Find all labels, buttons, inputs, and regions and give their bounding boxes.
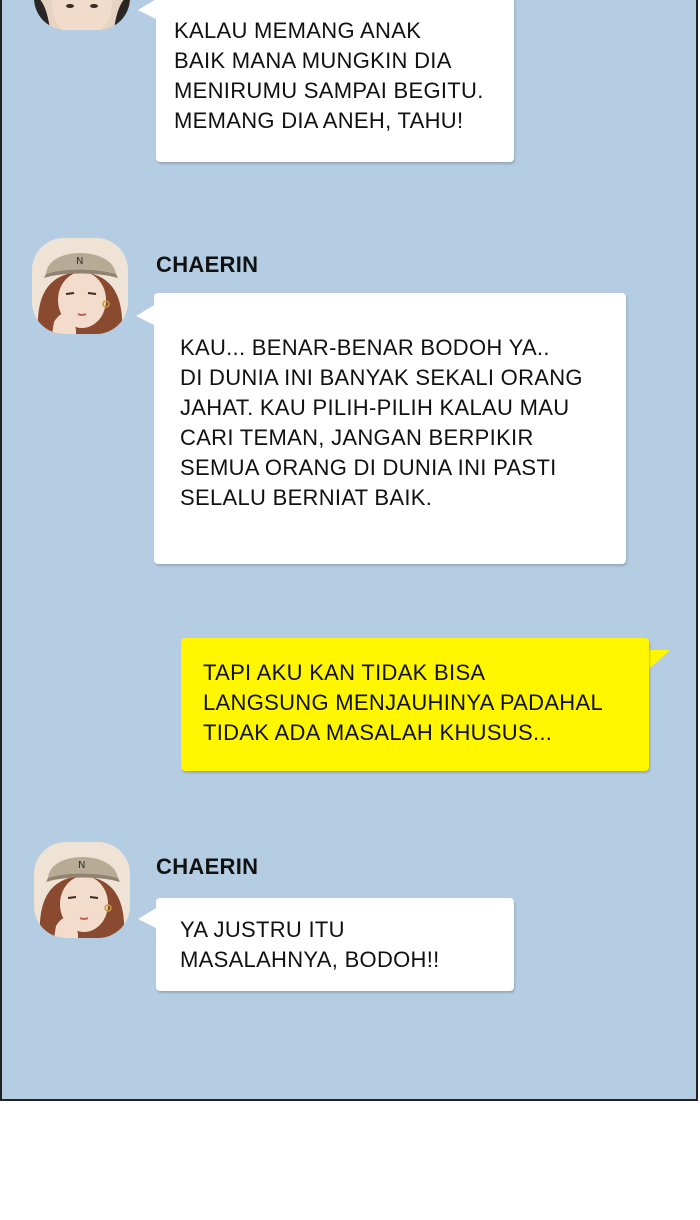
avatar-top <box>34 0 130 30</box>
svg-text:N: N <box>78 860 85 871</box>
message-line: KAU... BENAR-BENAR BODOH YA.. <box>180 335 550 360</box>
sender-name: CHAERIN <box>156 854 259 879</box>
bubble-tail <box>648 650 670 670</box>
message-line: SELALU BERNIAT BAIK. <box>180 485 433 510</box>
message-line: YA JUSTRU ITU <box>180 917 345 942</box>
message-line: CARI TEMAN, JANGAN BERPIKIR <box>180 425 534 450</box>
avatar-chaerin-icon: N <box>34 842 130 938</box>
svg-text:N: N <box>76 256 83 267</box>
message-line: SEMUA ORANG DI DUNIA INI PASTI <box>180 455 557 480</box>
message-line: TAPI AKU KAN TIDAK BISA <box>203 660 486 685</box>
sender-name: CHAERIN <box>156 252 259 277</box>
bubble-tail <box>136 304 156 326</box>
message-line: MENIRUMU SAMPAI BEGITU. <box>174 78 484 103</box>
avatar-chaerin-icon: N <box>32 238 128 334</box>
message-line: DI DUNIA INI BANYAK SEKALI ORANG <box>180 365 583 390</box>
message-bubble: YA JUSTRU ITU MASALAHNYA, BODOH!! <box>156 898 514 991</box>
message-line: MEMANG DIA ANEH, TAHU! <box>174 108 464 133</box>
bubble-tail <box>138 0 158 20</box>
message-bubble: KALAU MEMANG ANAK BAIK MANA MUNGKIN DIA … <box>156 0 514 162</box>
message-bubble-outgoing: TAPI AKU KAN TIDAK BISA LANGSUNG MENJAUH… <box>181 638 649 771</box>
message-line: MASALAHNYA, BODOH!! <box>180 947 440 972</box>
message-line: BAIK MANA MUNGKIN DIA <box>174 48 452 73</box>
message-line: JAHAT. KAU PILIH-PILIH KALAU MAU <box>180 395 570 420</box>
message-line: KALAU MEMANG ANAK <box>174 18 422 43</box>
avatar-chaerin: N <box>32 238 128 334</box>
bubble-tail <box>138 907 158 929</box>
avatar-chaerin: N <box>34 842 130 938</box>
message-line: TIDAK ADA MASALAH KHUSUS... <box>203 720 553 745</box>
message-bubble: KAU... BENAR-BENAR BODOH YA.. DI DUNIA I… <box>154 293 626 564</box>
message-line: LANGSUNG MENJAUHINYA PADAHAL <box>203 690 604 715</box>
avatar-icon <box>34 0 130 30</box>
chat-panel: KALAU MEMANG ANAK BAIK MANA MUNGKIN DIA … <box>0 0 698 1101</box>
